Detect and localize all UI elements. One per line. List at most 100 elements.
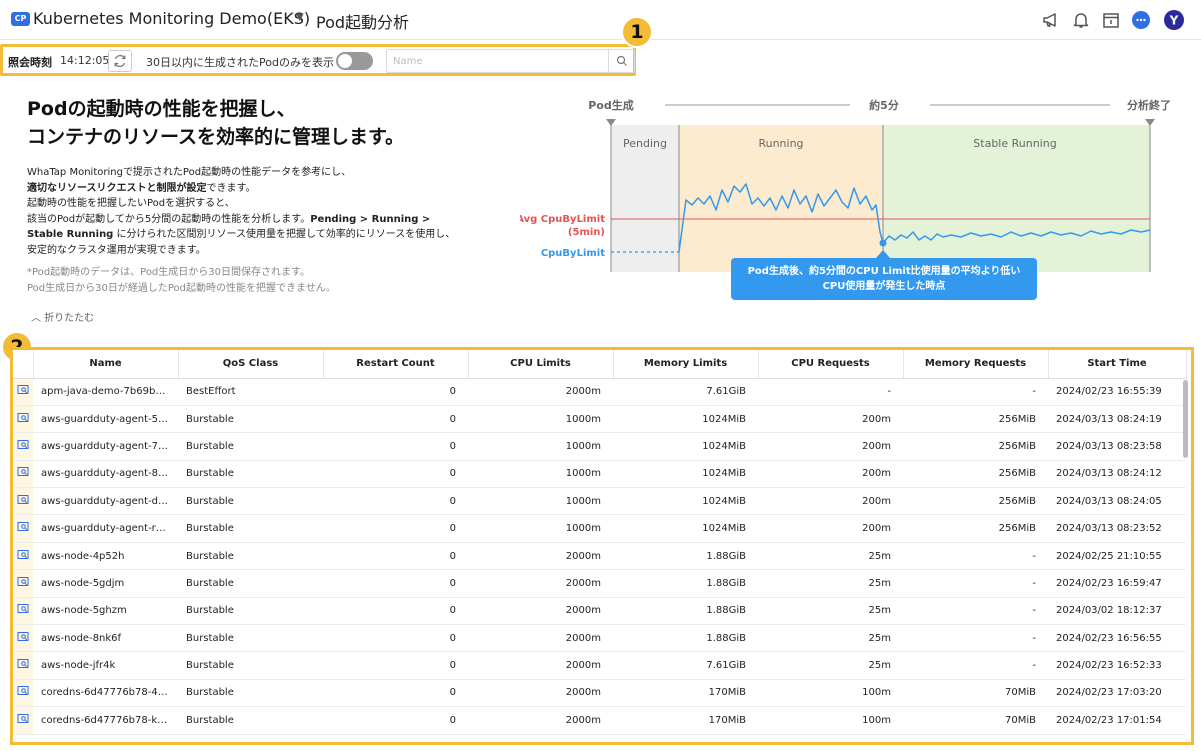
table-cell: 256MiB [903, 487, 1048, 516]
phase-pending-label: Pending [623, 137, 667, 150]
analyze-icon [17, 713, 29, 723]
table-cell: 7.61GiB [613, 651, 758, 680]
table-cell: 100m [758, 679, 903, 708]
intro-heading: Podの起動時の性能を把握し、 コンテナのリソースを効率的に管理します。 [27, 95, 404, 151]
table-cell: - [903, 542, 1048, 571]
intro-text-rest: 該当のPodが起動してから5分間の起動時の性能を分析します。 [27, 213, 311, 225]
table-scrollbar[interactable] [1183, 380, 1188, 458]
table-cell: 1000m [468, 487, 613, 516]
analyze-row-cell[interactable] [13, 542, 33, 571]
table-cell: Burstable [178, 569, 323, 598]
analyze-row-cell[interactable] [13, 624, 33, 653]
table-cell: aws-node-4p52h [33, 542, 178, 571]
table-cell: Burstable [178, 405, 323, 434]
toggle-knob [338, 54, 352, 68]
analyze-icon [17, 659, 29, 669]
table-row[interactable]: aws-node-4p52h Burstable 0 2000m 1.88GiB 25m -… [13, 542, 1186, 571]
table-row[interactable]: aws-node-5ghzm Burstable 0 2000m 1.88GiB 25m -… [13, 597, 1186, 626]
column-header[interactable]: Name [33, 350, 179, 379]
timeline-end-marker [1145, 119, 1155, 126]
table-cell: 200m [758, 487, 903, 516]
annotation-badge-1: 1 [621, 16, 653, 48]
callout-text: Pod生成後、約5分間のCPU Limit比使用量の平均より低い [747, 266, 1021, 277]
recent-pods-toggle[interactable] [336, 52, 373, 70]
table-cell: coredns-6d47776b78-kb9... [33, 706, 178, 735]
project-name[interactable]: Kubernetes Monitoring Demo(EKS) [33, 9, 310, 28]
analyze-row-cell[interactable] [13, 378, 33, 406]
search-button[interactable] [608, 50, 634, 72]
table-row[interactable]: aws-guardduty-agent-rbm... Burstable 0 1000… [13, 514, 1186, 543]
table-cell: 0 [323, 405, 468, 434]
table-row[interactable]: aws-node-8nk6f Burstable 0 2000m 1.88GiB 25m -… [13, 624, 1186, 653]
table-cell: 25m [758, 597, 903, 626]
analyze-icon [17, 549, 29, 559]
table-cell: 1000m [468, 460, 613, 489]
table-row[interactable]: aws-node-jfr4k Burstable 0 2000m 7.61GiB 25m -… [13, 651, 1186, 680]
table-cell: 2024/03/13 08:24:12 [1048, 460, 1186, 489]
table-cell: Burstable [178, 706, 323, 735]
column-header[interactable]: Restart Count [323, 350, 469, 379]
analyze-row-cell[interactable] [13, 651, 33, 680]
callout-text: CPU使用量が発生した時点 [822, 281, 946, 292]
column-header[interactable]: CPU Requests [758, 350, 904, 379]
timeline-start-label: Pod生成 [588, 98, 634, 112]
timeline-start-marker [606, 119, 616, 126]
analyze-row-cell[interactable] [13, 432, 33, 461]
analyze-icon [17, 439, 29, 449]
table-row[interactable]: coredns-6d47776b78-4v4... Burstable 0 2000m… [13, 679, 1186, 708]
table-cell: apm-java-demo-7b69b48... [33, 378, 178, 406]
analyze-row-cell[interactable] [13, 569, 33, 598]
analyze-row-cell[interactable] [13, 460, 33, 489]
name-search-input[interactable] [393, 53, 603, 69]
table-row[interactable]: apm-java-demo-7b69b48... BestEffort 0 2000m… [13, 378, 1186, 406]
table-cell: 0 [323, 624, 468, 653]
intro-text-bold: Pending > Running > [310, 213, 431, 225]
analyze-row-cell[interactable] [13, 514, 33, 543]
megaphone-icon[interactable] [1041, 10, 1061, 30]
column-header[interactable]: QoS Class [178, 350, 324, 379]
column-header[interactable]: Memory Limits [613, 350, 759, 379]
bell-icon[interactable] [1071, 10, 1091, 30]
analyze-row-cell[interactable] [13, 405, 33, 434]
table-cell: 70MiB [903, 679, 1048, 708]
table-cell: 1.88GiB [613, 542, 758, 571]
table-cell: 2024/03/13 08:23:52 [1048, 514, 1186, 543]
intro-text-rest: に分けられた区間別リソース使用量を把握して効率的にリソースを使用し、 [113, 229, 456, 240]
table-cell: 1000m [468, 432, 613, 461]
table-cell: aws-node-5gdjm [33, 569, 178, 598]
refresh-button[interactable] [108, 50, 132, 72]
table-row[interactable]: coredns-6d47776b78-kb9... Burstable 0 2000m… [13, 706, 1186, 735]
chat-icon[interactable] [1131, 10, 1151, 30]
archive-icon[interactable] [1101, 10, 1121, 30]
collapse-button[interactable]: ︿ 折りたたむ [31, 309, 94, 324]
low-usage-marker [879, 239, 887, 247]
analyze-row-cell[interactable] [13, 706, 33, 735]
analyze-icon [17, 631, 29, 641]
table-cell: 2000m [468, 679, 613, 708]
table-row[interactable]: aws-guardduty-agent-76g... Burstable 0 1000… [13, 432, 1186, 461]
project-badge: CP [11, 12, 30, 26]
avatar[interactable]: Y [1163, 9, 1185, 31]
intro-text: 適切なリソースリクエストと制限が設定できます。 [27, 181, 455, 197]
column-header[interactable]: CPU Limits [468, 350, 614, 379]
table-cell: aws-node-5ghzm [33, 597, 178, 626]
column-header[interactable]: Start Time [1048, 350, 1187, 379]
table-cell: 7.61GiB [613, 378, 758, 406]
table-cell: 1000m [468, 405, 613, 434]
table-cell: 0 [323, 679, 468, 708]
table-row[interactable]: aws-guardduty-agent-dhf... Burstable 0 1000… [13, 487, 1186, 516]
table-row[interactable]: aws-guardduty-agent-8r4... Burstable 0 1000… [13, 460, 1186, 489]
project-dropdown-icon[interactable]: ▼ [296, 12, 304, 23]
table-cell: coredns-6d47776b78-4v4... [33, 679, 178, 708]
avg-cpu-label: Avg CpuByLimit [520, 214, 605, 225]
analyze-row-cell[interactable] [13, 679, 33, 708]
analyze-row-cell[interactable] [13, 487, 33, 516]
low-usage-callout: Pod生成後、約5分間のCPU Limit比使用量の平均より低い CPU使用量が… [731, 258, 1037, 300]
table-cell: Burstable [178, 597, 323, 626]
analyze-row-cell[interactable] [13, 597, 33, 626]
table-row[interactable]: aws-guardduty-agent-5cq... Burstable 0 1000… [13, 405, 1186, 434]
table-row[interactable]: aws-node-5gdjm Burstable 0 2000m 1.88GiB 25m -… [13, 569, 1186, 598]
table-cell: 0 [323, 460, 468, 489]
column-header[interactable]: Memory Requests [903, 350, 1049, 379]
table-cell: Burstable [178, 514, 323, 543]
